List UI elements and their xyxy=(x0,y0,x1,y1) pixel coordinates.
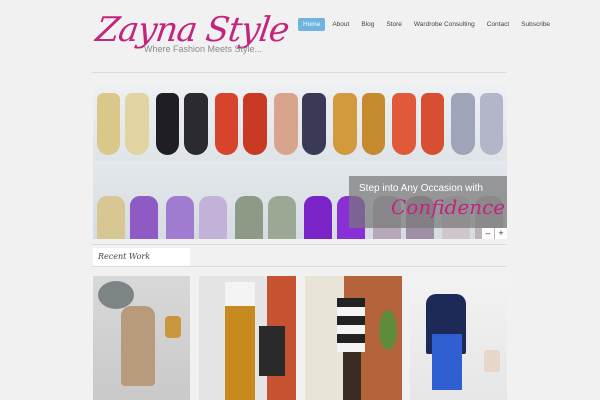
nav-item-blog[interactable]: Blog xyxy=(356,18,379,31)
nav-item-home[interactable]: Home xyxy=(298,18,326,31)
hat-image xyxy=(98,281,134,309)
shoe-image xyxy=(270,83,329,161)
shoe-image xyxy=(162,161,231,239)
shoe-image xyxy=(231,161,300,239)
nav-item-store[interactable]: Store xyxy=(381,18,407,31)
site-logo[interactable]: Zayna Style Where Fashion Meets Style... xyxy=(93,10,291,62)
slider-next-button[interactable]: + xyxy=(495,228,507,239)
nav-item-contact[interactable]: Contact xyxy=(482,18,514,31)
slide-image-top-row xyxy=(93,83,507,161)
recent-work-divider xyxy=(92,266,507,267)
shoe-image xyxy=(330,83,389,161)
bag-image xyxy=(259,326,285,376)
shoe-image xyxy=(448,83,507,161)
recent-work-thumbnail[interactable] xyxy=(410,276,507,400)
striped-dress-image xyxy=(337,298,365,352)
recent-work-heading: Recent Work xyxy=(93,248,190,266)
recent-work-thumbnail[interactable] xyxy=(93,276,190,400)
caption-text: Step into Any Occasion with xyxy=(359,183,483,194)
caption-highlight: Confidence xyxy=(391,195,506,219)
recent-work-thumbnail[interactable] xyxy=(305,276,402,400)
shoe-image xyxy=(484,350,500,372)
slider-prev-button[interactable]: – xyxy=(482,228,494,239)
nav-item-wardrobe-consulting[interactable]: Wardrobe Consulting xyxy=(409,18,480,31)
recent-work-thumbnail[interactable] xyxy=(199,276,296,400)
trousers-image xyxy=(225,306,255,400)
hero-slider[interactable]: Step into Any Occasion with Confidence xyxy=(93,83,507,239)
boots-image xyxy=(343,352,361,400)
shoe-image xyxy=(389,83,448,161)
shoe-image xyxy=(93,161,162,239)
slide-caption: Step into Any Occasion with Confidence xyxy=(349,176,507,228)
main-nav: Home About Blog Store Wardrobe Consultin… xyxy=(298,18,555,31)
shoe-image xyxy=(211,83,270,161)
logo-tagline: Where Fashion Meets Style... xyxy=(144,44,263,54)
shoe-image xyxy=(152,83,211,161)
shoe-image xyxy=(165,316,181,338)
blue-dress-image xyxy=(432,334,462,390)
dress-image xyxy=(121,306,155,386)
shoe-image xyxy=(93,83,152,161)
header-divider xyxy=(92,72,507,73)
plant-image xyxy=(379,310,397,350)
nav-item-about[interactable]: About xyxy=(327,18,354,31)
nav-item-subscribe[interactable]: Subscribe xyxy=(516,18,555,31)
section-divider xyxy=(92,244,507,245)
